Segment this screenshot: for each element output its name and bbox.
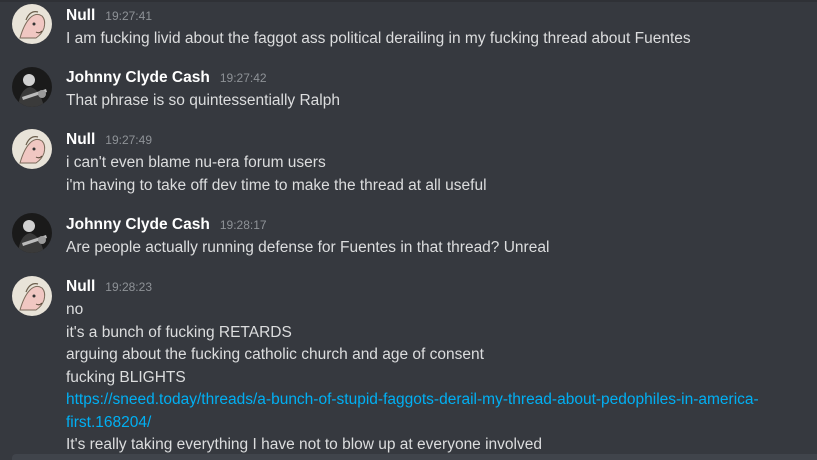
- pink-sketch-avatar-icon: [12, 4, 52, 44]
- username[interactable]: Null: [66, 7, 95, 24]
- message-content: I am fucking livid about the faggot ass …: [66, 28, 786, 51]
- message-line: it's a bunch of fucking RETARDS: [66, 323, 292, 341]
- pink-sketch-avatar-icon: [12, 129, 52, 169]
- message-input-edge[interactable]: [12, 454, 817, 460]
- avatar[interactable]: [12, 213, 52, 253]
- chat-message-list: Null 19:27:41 I am fucking livid about th…: [0, 0, 817, 460]
- message-line: arguing about the fucking catholic churc…: [66, 346, 484, 363]
- username[interactable]: Johnny Clyde Cash: [66, 216, 210, 233]
- username[interactable]: Null: [66, 131, 95, 148]
- timestamp: 19:27:42: [219, 71, 267, 85]
- thread-link[interactable]: https://sneed.today/threads/a-bunch-of-s…: [66, 391, 759, 431]
- timestamp: 19:27:49: [105, 133, 152, 147]
- pink-sketch-avatar-icon: [12, 276, 52, 316]
- message-line: i'm having to take off dev time to make …: [66, 176, 487, 194]
- avatar[interactable]: [12, 129, 52, 169]
- avatar[interactable]: [12, 67, 52, 107]
- message-line: i can't even blame nu-era forum users: [66, 154, 326, 171]
- message-line: I am fucking livid about the faggot ass …: [66, 30, 691, 47]
- timestamp: 19:28:23: [105, 280, 152, 294]
- timestamp: 19:27:41: [105, 9, 152, 23]
- message-content: That phrase is so quintessentially Ralph: [66, 90, 786, 113]
- message-header: Johnny Clyde Cash 19:28:17: [66, 216, 267, 238]
- message-content: i can't even blame nu-era forum users i'…: [66, 152, 786, 197]
- message-line-link: https://sneed.today/threads/a-bunch-of-s…: [66, 389, 766, 434]
- message-line: fucking BLIGHTS: [66, 368, 186, 386]
- avatar[interactable]: [12, 4, 52, 44]
- message-header: Null 19:27:41: [66, 7, 152, 29]
- message-header: Johnny Clyde Cash 19:27:42: [66, 69, 267, 91]
- guitar-player-avatar-icon: [12, 213, 52, 253]
- message-content: no it's a bunch of fucking RETARDS argui…: [66, 299, 786, 457]
- message-header: Null 19:27:49: [66, 131, 152, 153]
- message-line: Are people actually running defense for …: [66, 239, 550, 256]
- message-content: Are people actually running defense for …: [66, 237, 786, 260]
- username[interactable]: Null: [66, 278, 95, 295]
- guitar-player-avatar-icon: [12, 67, 52, 107]
- message-header: Null 19:28:23: [66, 278, 152, 300]
- top-divider: [0, 0, 817, 2]
- username[interactable]: Johnny Clyde Cash: [66, 69, 210, 86]
- message-line: That phrase is so quintessentially Ralph: [66, 92, 340, 109]
- timestamp: 19:28:17: [219, 218, 267, 232]
- message-line: no: [66, 301, 84, 318]
- avatar[interactable]: [12, 276, 52, 316]
